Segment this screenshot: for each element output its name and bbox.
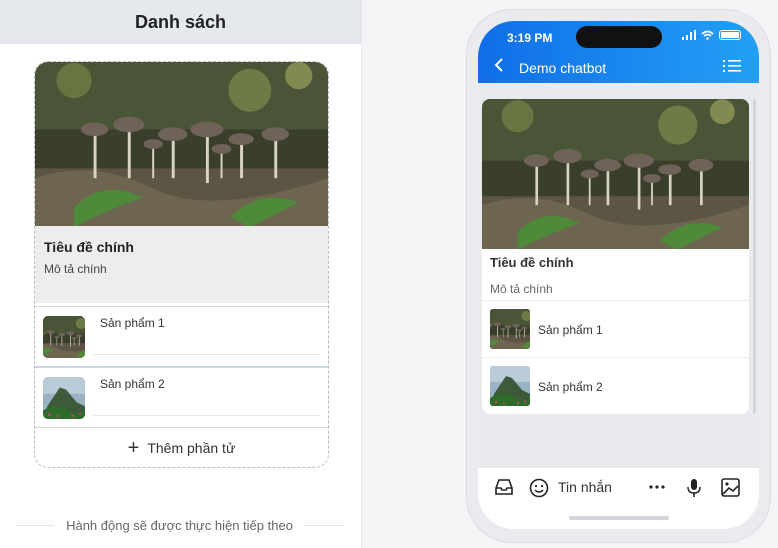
back-icon[interactable]: [493, 58, 505, 72]
item-label: Sản phẩm 1: [538, 323, 603, 337]
wifi-icon: [701, 30, 714, 40]
panel-title: Danh sách: [0, 0, 361, 44]
item-thumbnail: [490, 309, 530, 349]
bot-name: Demo chatbot: [519, 60, 607, 76]
list-item[interactable]: Sản phẩm 1: [35, 306, 328, 367]
inbox-icon[interactable]: [494, 478, 514, 496]
signal-icon: [682, 30, 696, 40]
list-card-editor: Tiêu đề chính Mô tả chính Sản phẩm 1 Sản…: [34, 61, 329, 468]
list-item[interactable]: Sản phẩm 1: [482, 300, 749, 357]
list-editor-panel: Danh sách Tiêu đề chính Mô tả chính Sản …: [0, 0, 362, 548]
message-input-bar: Tin nhắn: [478, 467, 759, 529]
cover-image[interactable]: [482, 99, 749, 249]
add-item-label: Thêm phần tử: [147, 440, 236, 456]
item-thumbnail[interactable]: [43, 377, 85, 419]
item-divider: [93, 415, 320, 416]
more-icon[interactable]: [649, 485, 665, 489]
list-message-card[interactable]: Tiêu đề chính Mô tả chính Sản phẩm 1 Sản…: [482, 99, 749, 414]
card-description: Mô tả chính: [490, 282, 553, 296]
cover-image[interactable]: [35, 62, 328, 226]
card-title[interactable]: Tiêu đề chính: [44, 239, 319, 255]
phone-screen: 3:19 PM Demo chatbot Tiêu đề chính Mô tả…: [478, 21, 759, 529]
list-item[interactable]: Sản phẩm 2: [482, 357, 749, 414]
message-input[interactable]: Tin nhắn: [558, 479, 612, 495]
item-thumbnail: [490, 366, 530, 406]
next-action-note: Hành động sẽ được thực hiện tiếp theo: [16, 518, 344, 533]
list-item[interactable]: Sản phẩm 2: [35, 367, 328, 428]
menu-list-icon[interactable]: [723, 59, 741, 73]
next-action-text: Hành động sẽ được thực hiện tiếp theo: [66, 518, 293, 533]
chat-messages: Tiêu đề chính Mô tả chính Sản phẩm 1 Sản…: [478, 83, 759, 467]
emoji-icon[interactable]: [529, 478, 549, 498]
scrollbar[interactable]: [753, 99, 756, 414]
item-label[interactable]: Sản phẩm 1: [100, 316, 165, 330]
add-item-button[interactable]: + Thêm phần tử: [35, 428, 328, 467]
item-label[interactable]: Sản phẩm 2: [100, 377, 165, 391]
plus-icon: +: [127, 437, 140, 459]
card-title: Tiêu đề chính: [490, 255, 574, 270]
image-icon[interactable]: [721, 478, 740, 497]
chat-header: 3:19 PM Demo chatbot: [478, 21, 759, 83]
divider: [304, 525, 344, 526]
dynamic-island: [576, 26, 662, 48]
status-icons: [682, 30, 741, 40]
status-time: 3:19 PM: [507, 31, 553, 45]
mic-icon[interactable]: [687, 478, 701, 498]
item-label: Sản phẩm 2: [538, 380, 603, 394]
battery-icon: [719, 30, 741, 40]
card-header-editor[interactable]: Tiêu đề chính Mô tả chính: [35, 226, 328, 303]
item-divider: [93, 354, 320, 355]
divider: [16, 525, 55, 526]
item-thumbnail[interactable]: [43, 316, 85, 358]
card-description[interactable]: Mô tả chính: [44, 262, 319, 276]
home-indicator: [569, 516, 669, 520]
